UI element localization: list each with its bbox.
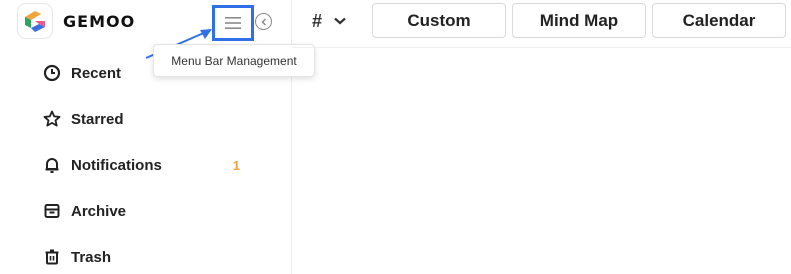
archive-box-icon (42, 201, 62, 221)
menu-bar-management-tooltip: Menu Bar Management (153, 44, 315, 77)
sidebar-item-notifications[interactable]: Notifications 1 (42, 151, 252, 179)
brand-logo[interactable]: GEMOO (17, 3, 135, 39)
sidebar-item-trash[interactable]: Trash (42, 243, 252, 271)
tag-filter-dropdown[interactable]: # (308, 6, 356, 36)
chevron-left-icon (260, 17, 266, 26)
tab-label: Mind Map (539, 10, 619, 30)
bell-icon (42, 155, 62, 175)
hamburger-menu-icon (225, 17, 241, 29)
sidebar-item-starred[interactable]: Starred (42, 105, 252, 133)
sidebar-item-label: Archive (71, 202, 127, 220)
sidebar-item-label: Trash (71, 248, 112, 266)
sidebar-item-label: Notifications (71, 156, 162, 174)
tab-custom[interactable]: Custom (372, 3, 506, 38)
sidebar-item-label: Recent (71, 64, 122, 82)
clock-icon (42, 63, 62, 83)
hash-label: # (312, 10, 323, 31)
gemoo-logo-icon (17, 3, 53, 39)
star-icon (42, 109, 62, 129)
sidebar-item-label: Starred (71, 110, 124, 128)
tab-label: Calendar (682, 10, 756, 30)
brand-name: GEMOO (63, 11, 136, 31)
sidebar-item-archive[interactable]: Archive (42, 197, 252, 225)
tab-label: Custom (407, 10, 471, 30)
tab-calendar[interactable]: Calendar (652, 3, 786, 38)
collapse-sidebar-button[interactable] (255, 13, 272, 30)
notifications-count-badge: 1 (232, 157, 240, 173)
chevron-down-icon (334, 17, 346, 25)
toolbar-divider (292, 47, 791, 48)
trash-icon (42, 247, 62, 267)
tab-mind-map[interactable]: Mind Map (512, 3, 646, 38)
